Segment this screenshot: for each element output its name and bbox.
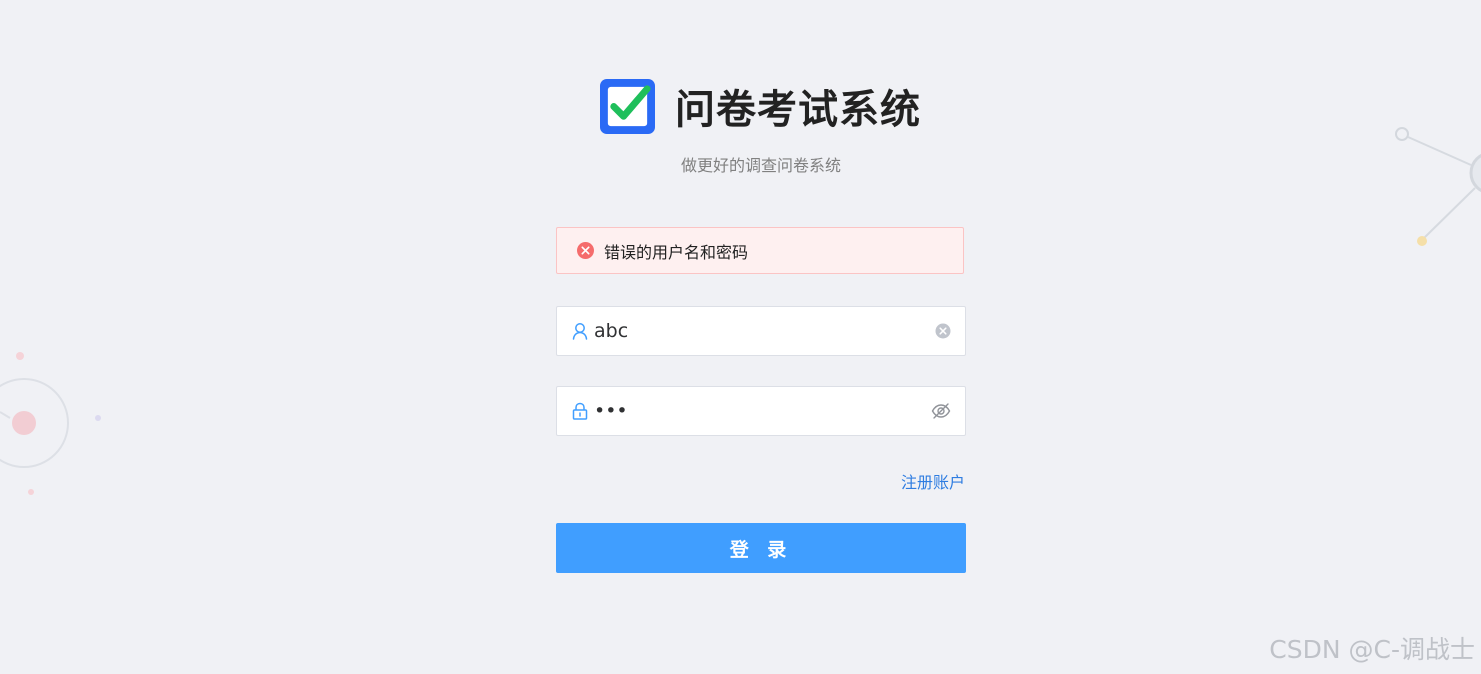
decoration-left bbox=[0, 352, 101, 495]
register-link[interactable]: 注册账户 bbox=[860, 469, 965, 493]
eye-off-icon bbox=[931, 403, 951, 419]
error-circle-icon bbox=[577, 242, 594, 259]
decoration-right bbox=[1395, 127, 1481, 246]
login-page: 问卷考试系统 做更好的调查问卷系统 错误的用户名和密码 abc 注册账户 登 录… bbox=[0, 0, 1481, 674]
username-input[interactable] bbox=[594, 311, 935, 351]
password-input[interactable] bbox=[594, 391, 931, 431]
password-field[interactable] bbox=[556, 386, 966, 436]
clear-circle-icon bbox=[935, 323, 951, 339]
user-icon bbox=[572, 323, 588, 340]
checkbox-check-icon bbox=[600, 78, 655, 134]
error-message: 错误的用户名和密码 bbox=[604, 242, 749, 262]
password-visibility-toggle[interactable] bbox=[931, 403, 951, 419]
page-title: 问卷考试系统 bbox=[675, 87, 921, 133]
lock-icon bbox=[572, 402, 588, 420]
error-alert: 错误的用户名和密码 bbox=[556, 227, 964, 274]
username-field[interactable] bbox=[556, 306, 966, 356]
login-button[interactable]: 登 录 bbox=[556, 523, 966, 573]
brand-header: 问卷考试系统 bbox=[600, 78, 921, 134]
watermark: CSDN @C-调战士 bbox=[1269, 635, 1475, 664]
page-subtitle: 做更好的调查问卷系统 bbox=[680, 156, 841, 175]
clear-button[interactable] bbox=[935, 323, 951, 339]
